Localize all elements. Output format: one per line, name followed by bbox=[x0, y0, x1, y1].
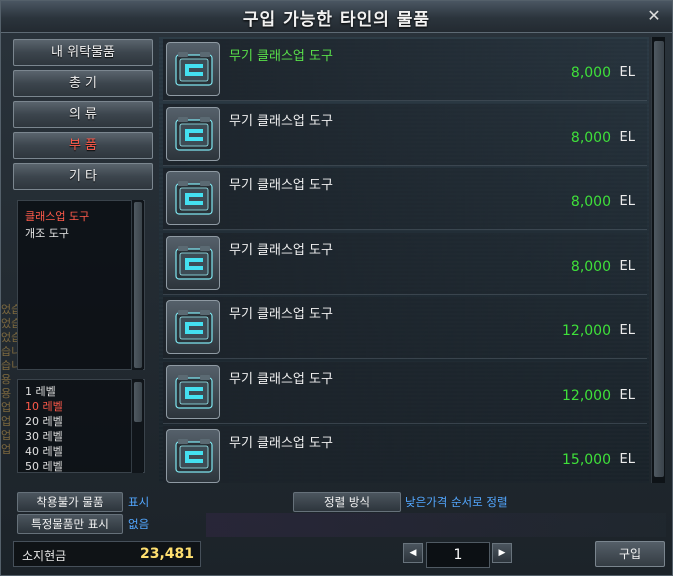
item-name: 무기 클래스업 도구 bbox=[229, 371, 333, 387]
weapon-classup-tool-icon bbox=[166, 429, 220, 483]
item-name: 무기 클래스업 도구 bbox=[229, 307, 333, 322]
level-item[interactable]: 20 레벨 bbox=[25, 413, 63, 429]
specific-item-filter-value[interactable]: 없음 bbox=[128, 516, 149, 532]
item-price: 12,000 bbox=[562, 387, 611, 404]
level-item[interactable]: 30 레벨 bbox=[25, 428, 63, 444]
item-row[interactable]: 무기 클래스업 도구 8,000 EL bbox=[163, 168, 647, 230]
item-row[interactable]: 무기 클래스업 도구 12,000 EL bbox=[163, 361, 647, 424]
category-guns-button[interactable]: 총 기 bbox=[13, 70, 153, 97]
item-row[interactable]: 무기 클래스업 도구 8,000 EL bbox=[163, 103, 647, 166]
item-list: 무기 클래스업 도구 8,000 EL 무기 클래스업 도구 8,000 EL 무기 클래스… bbox=[159, 37, 649, 483]
item-currency: EL bbox=[619, 65, 635, 80]
item-name: 무기 클래스업 도구 bbox=[229, 178, 333, 193]
item-row[interactable]: 무기 클래스업 도구 8,000 EL bbox=[163, 39, 647, 101]
specific-item-filter-button[interactable]: 특정물품만 표시 bbox=[17, 514, 123, 534]
level-filter-panel: 1 레벨 10 레벨 20 레벨 30 레벨 40 레벨 50 레벨 bbox=[17, 379, 145, 473]
item-price: 12,000 bbox=[562, 323, 611, 339]
item-price: 8,000 bbox=[570, 258, 611, 275]
consignment-shop-window: 구입 가능한 타인의 물품 ✕ 었습니다었습니다었습니다습니다습니다용용업업업업… bbox=[0, 0, 673, 576]
close-icon[interactable]: ✕ bbox=[644, 6, 664, 26]
money-value: 23,481 bbox=[139, 546, 194, 562]
weapon-classup-tool-icon bbox=[166, 171, 220, 225]
window-title: 구입 가능한 타인의 물품 bbox=[242, 10, 431, 30]
item-currency: EL bbox=[619, 258, 635, 274]
page-number: 1 bbox=[426, 542, 490, 568]
scrollbar-thumb[interactable] bbox=[654, 41, 664, 477]
level-item[interactable]: 40 레벨 bbox=[25, 443, 63, 459]
item-row[interactable]: 무기 클래스업 도구 15,000 EL bbox=[163, 426, 647, 483]
item-price: 8,000 bbox=[570, 194, 611, 210]
category-list: 내 위탁물품 총 기 의 류 부 품 기 타 bbox=[13, 39, 155, 194]
weapon-classup-tool-icon bbox=[166, 42, 220, 96]
sort-method-button[interactable]: 정렬 방식 bbox=[293, 492, 401, 512]
category-misc-button[interactable]: 기 타 bbox=[13, 163, 153, 190]
prev-page-icon[interactable]: ◀ bbox=[403, 543, 423, 563]
chat-log-bleed: 었습니다었습니다었습니다습니다습니다용용업업업업 bbox=[1, 301, 17, 481]
item-name: 무기 클래스업 도구 bbox=[229, 242, 333, 258]
money-label: 소지현금 bbox=[22, 549, 67, 563]
subcategory-item-classup-tool[interactable]: 클래스업 도구 bbox=[25, 208, 89, 224]
level-item[interactable]: 50 레벨 bbox=[25, 458, 63, 474]
item-price: 8,000 bbox=[570, 129, 611, 146]
category-parts-button[interactable]: 부 품 bbox=[13, 132, 153, 159]
scrollbar-thumb[interactable] bbox=[134, 202, 142, 368]
item-currency: EL bbox=[619, 387, 635, 403]
unwearable-filter-button[interactable]: 착용불가 물품 bbox=[17, 492, 123, 512]
level-item[interactable]: 1 레벨 bbox=[25, 383, 56, 399]
background-strip bbox=[206, 513, 666, 537]
category-clothing-button[interactable]: 의 류 bbox=[13, 101, 153, 128]
weapon-classup-tool-icon bbox=[166, 364, 220, 419]
item-currency: EL bbox=[619, 129, 635, 145]
item-price: 15,000 bbox=[562, 452, 611, 468]
money-display: 소지현금 23,481 bbox=[13, 541, 201, 567]
weapon-classup-tool-icon bbox=[166, 106, 220, 161]
level-item[interactable]: 10 레벨 bbox=[25, 398, 63, 414]
item-name: 무기 클래스업 도구 bbox=[229, 436, 333, 451]
subcategory-item-modify-tool[interactable]: 개조 도구 bbox=[25, 225, 69, 241]
weapon-classup-tool-icon bbox=[166, 235, 220, 290]
item-row[interactable]: 무기 클래스업 도구 12,000 EL bbox=[163, 297, 647, 359]
category-my-consignment-button[interactable]: 내 위탁물품 bbox=[13, 39, 153, 66]
subcategory-scrollbar[interactable] bbox=[131, 200, 143, 370]
item-list-scrollbar[interactable] bbox=[651, 37, 665, 483]
sort-method-value[interactable]: 낮은가격 순서로 정렬 bbox=[405, 494, 508, 510]
level-scrollbar[interactable] bbox=[131, 379, 143, 473]
buy-button[interactable]: 구입 bbox=[595, 541, 665, 567]
unwearable-filter-value[interactable]: 표시 bbox=[128, 494, 149, 510]
item-name: 무기 클래스업 도구 bbox=[229, 113, 333, 129]
subcategory-panel: 클래스업 도구 개조 도구 bbox=[17, 200, 145, 370]
item-currency: EL bbox=[619, 452, 635, 467]
item-row[interactable]: 무기 클래스업 도구 8,000 EL bbox=[163, 232, 647, 295]
scrollbar-thumb[interactable] bbox=[134, 382, 142, 422]
item-currency: EL bbox=[619, 323, 635, 338]
weapon-classup-tool-icon bbox=[166, 300, 220, 354]
title-bar[interactable]: 구입 가능한 타인의 물품 ✕ bbox=[1, 1, 672, 33]
chat-bleed-line: 업 bbox=[1, 443, 12, 456]
next-page-icon[interactable]: ▶ bbox=[492, 543, 512, 563]
item-currency: EL bbox=[619, 194, 635, 209]
item-name: 무기 클래스업 도구 bbox=[229, 49, 333, 64]
item-price: 8,000 bbox=[570, 65, 611, 81]
